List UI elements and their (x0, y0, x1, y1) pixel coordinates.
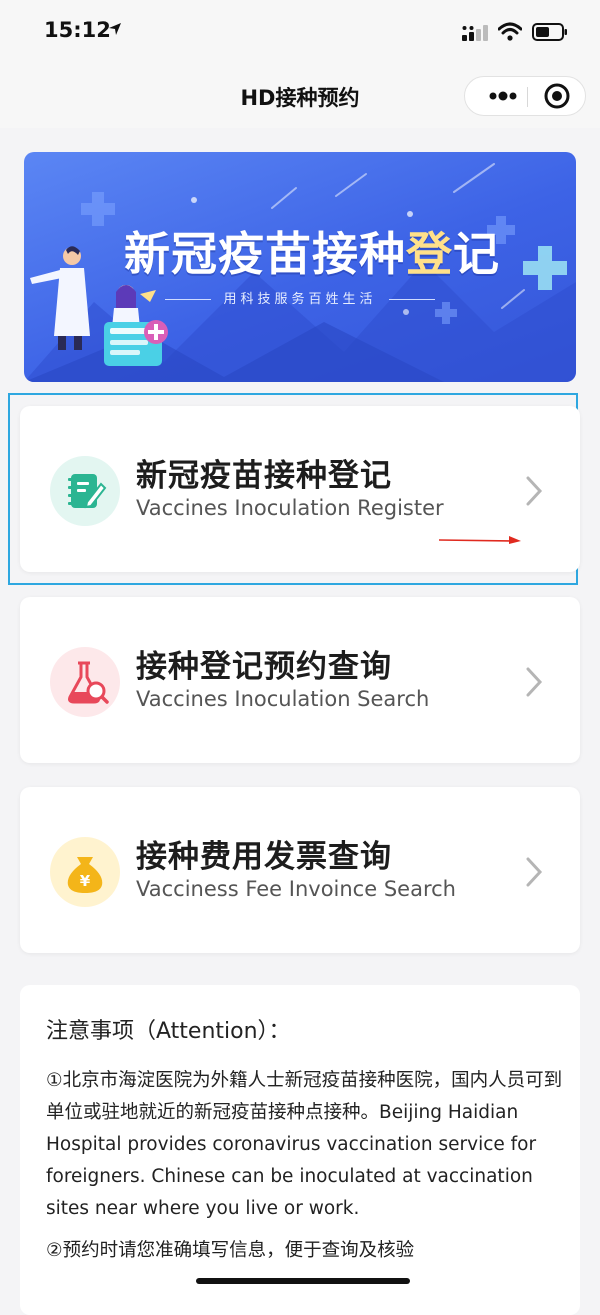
svg-text:¥: ¥ (80, 872, 91, 890)
capsule-divider (527, 87, 528, 107)
nav-bar: HD接种预约 (0, 62, 600, 128)
status-bar: 15:12 (0, 0, 600, 62)
banner-title: 新冠疫苗接种登记 (124, 227, 500, 281)
attention-title: 注意事项（Attention）： (46, 1019, 291, 1044)
chevron-right-icon (526, 476, 543, 506)
menu-card-subtitle: Vacciness Fee Invoince Search (136, 877, 456, 901)
location-arrow-icon (109, 23, 121, 35)
flask-search-icon (50, 647, 120, 717)
red-arrow-annotation (438, 536, 521, 544)
chevron-right-icon (526, 857, 543, 887)
notebook-pen-icon (50, 456, 120, 526)
mini-program-capsule (464, 76, 586, 116)
status-time: 15:12 (44, 18, 111, 42)
banner-subtitle: 用科技服务百姓生活 (24, 288, 576, 307)
menu-card-title: 接种费用发票查询 (136, 839, 392, 875)
attention-panel: 注意事项（Attention）： ①北京市海淀医院为外籍人士新冠疫苗接种医院，国… (20, 985, 580, 1315)
wifi-icon (498, 22, 522, 41)
attention-body: ①北京市海淀医院为外籍人士新冠疫苗接种医院，国内人员可到单位或驻地就近的新冠疫苗… (46, 1065, 566, 1267)
menu-card-subtitle: Vaccines Inoculation Register (136, 496, 444, 520)
chevron-right-icon (526, 667, 543, 697)
menu-card-title: 接种登记预约查询 (136, 649, 392, 685)
cellular-signal-icon (462, 25, 488, 41)
attention-item: ②预约时请您准确填写信息，便于查询及核验 (46, 1240, 415, 1261)
menu-card-subtitle: Vaccines Inoculation Search (136, 687, 430, 711)
close-target-icon[interactable] (543, 82, 571, 110)
menu-card-invoice[interactable]: ¥ 接种费用发票查询 Vacciness Fee Invoince Search (20, 787, 580, 953)
battery-icon (532, 23, 567, 41)
hero-banner: 新冠疫苗接种登记 用科技服务百姓生活 (24, 152, 576, 382)
menu-card-search[interactable]: 接种登记预约查询 Vaccines Inoculation Search (20, 597, 580, 763)
menu-card-register[interactable]: 新冠疫苗接种登记 Vaccines Inoculation Register (20, 406, 580, 572)
menu-card-title: 新冠疫苗接种登记 (136, 458, 392, 494)
more-icon[interactable] (483, 77, 523, 115)
home-indicator[interactable] (196, 1278, 410, 1284)
money-bag-icon: ¥ (50, 837, 120, 907)
attention-item: ①北京市海淀医院为外籍人士新冠疫苗接种医院，国内人员可到单位或驻地就近的新冠疫苗… (46, 1070, 563, 1219)
